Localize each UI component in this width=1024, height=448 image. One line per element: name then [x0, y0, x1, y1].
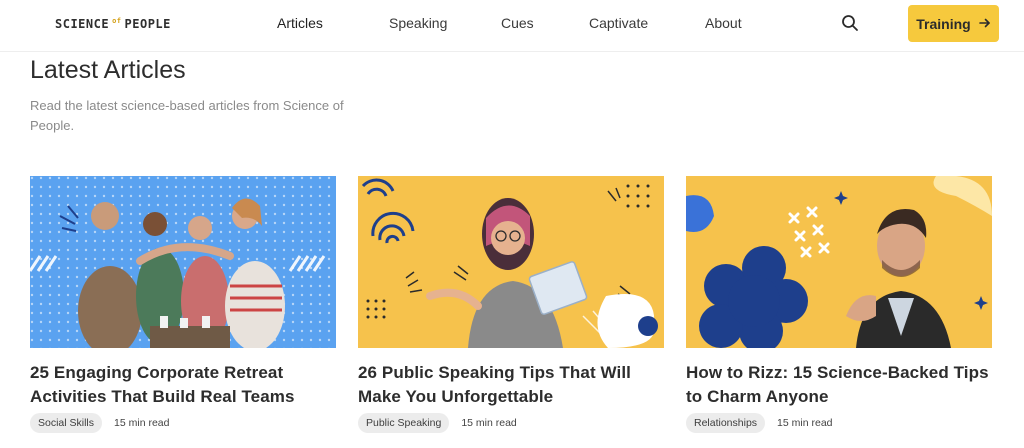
article-meta: Social Skills 15 min read	[30, 413, 336, 433]
category-tag[interactable]: Public Speaking	[358, 413, 450, 433]
article-meta: Public Speaking 15 min read	[358, 413, 664, 433]
article-thumbnail-speaker[interactable]	[358, 176, 664, 348]
logo-word-right: PEOPLE	[124, 17, 171, 31]
page-title: Latest Articles	[30, 56, 186, 84]
article-title[interactable]: 25 Engaging Corporate Retreat Activities…	[30, 361, 336, 409]
training-button[interactable]: Training	[908, 5, 999, 42]
nav-captivate[interactable]: Captivate	[589, 0, 648, 46]
article-thumbnail-charm[interactable]	[686, 176, 992, 348]
category-tag[interactable]: Relationships	[686, 413, 766, 433]
article-meta: Relationships 15 min read	[686, 413, 992, 433]
category-tag[interactable]: Social Skills	[30, 413, 103, 433]
logo-word-of: of	[112, 17, 122, 25]
read-time: 15 min read	[777, 417, 833, 429]
article-card[interactable]: How to Rizz: 15 Science-Backed Tips to C…	[686, 176, 992, 433]
logo-word-left: SCIENCE	[55, 17, 110, 31]
site-header: SCIENCE of PEOPLE Articles Speaking Cues…	[0, 0, 1024, 52]
nav-articles[interactable]: Articles	[277, 0, 323, 46]
article-title[interactable]: 26 Public Speaking Tips That Will Make Y…	[358, 361, 664, 409]
article-thumbnail-team[interactable]	[30, 176, 336, 348]
nav-about[interactable]: About	[705, 0, 742, 46]
nav-speaking[interactable]: Speaking	[389, 0, 447, 46]
article-title[interactable]: How to Rizz: 15 Science-Backed Tips to C…	[686, 361, 992, 409]
arrow-right-icon	[978, 16, 991, 32]
page-subtitle: Read the latest science-based articles f…	[30, 98, 344, 133]
article-card[interactable]: 26 Public Speaking Tips That Will Make Y…	[358, 176, 664, 433]
article-card[interactable]: 25 Engaging Corporate Retreat Activities…	[30, 176, 336, 433]
nav-cues[interactable]: Cues	[501, 0, 534, 46]
read-time: 15 min read	[114, 417, 170, 429]
read-time: 15 min read	[461, 417, 517, 429]
site-logo[interactable]: SCIENCE of PEOPLE	[55, 14, 171, 34]
training-label: Training	[916, 15, 971, 32]
search-icon[interactable]	[841, 14, 859, 32]
